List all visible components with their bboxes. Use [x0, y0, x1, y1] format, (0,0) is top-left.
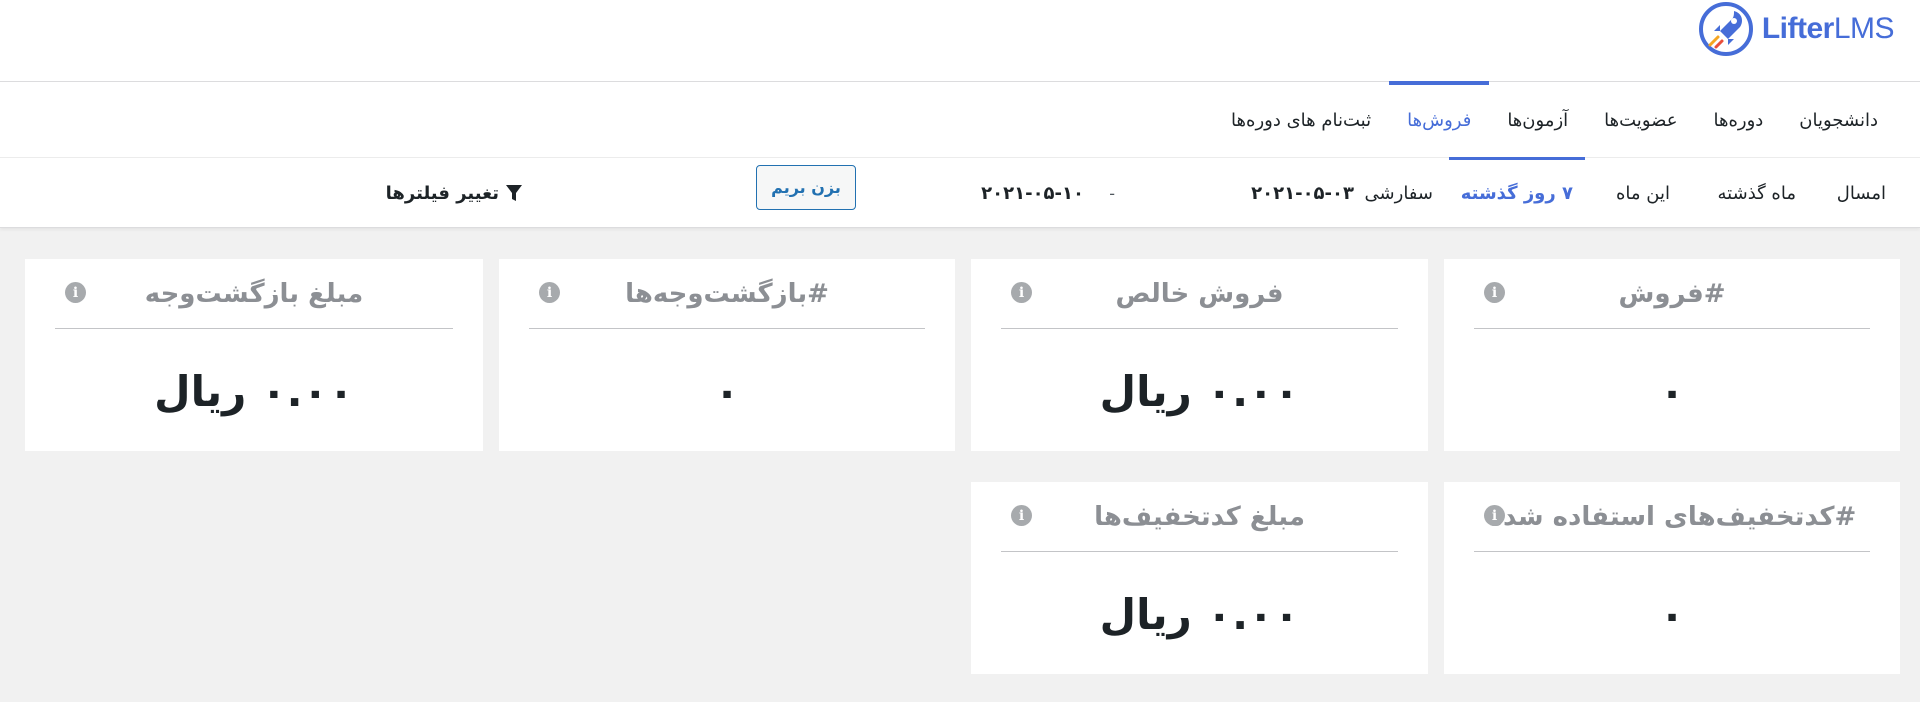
change-filters-label: تغییر فیلترها	[385, 182, 499, 204]
date-filter-bar: امسال ماه گذشته این ماه ۷ روز گذشته سفار…	[0, 157, 1920, 228]
tab-sales[interactable]: فروش‌ها	[1389, 81, 1490, 158]
card-title: مبلغ کدتخفیف‌ها	[1094, 501, 1305, 532]
card-title: #کدتخفیف‌های استفاده شده	[1487, 501, 1857, 532]
info-icon[interactable]: i	[1011, 282, 1032, 303]
filter-this-year[interactable]: امسال	[1837, 158, 1886, 228]
card-title: فروش خالص	[1115, 278, 1284, 309]
net-sales-card: فروش خالص i ۰.۰۰ ریال	[971, 259, 1428, 451]
lifterlms-logo[interactable]: LifterLMS	[1698, 0, 1895, 58]
card-header: فروش خالص i	[1001, 259, 1398, 329]
filter-last-7-days[interactable]: ۷ روز گذشته	[1448, 157, 1586, 228]
card-header: #کدتخفیف‌های استفاده شده i	[1474, 482, 1870, 552]
top-bar: LifterLMS	[0, 0, 1920, 82]
tab-students[interactable]: دانشجویان	[1781, 82, 1896, 158]
info-icon[interactable]: i	[539, 282, 560, 303]
change-filters-link[interactable]: تغییر فیلترها	[386, 158, 523, 228]
info-icon[interactable]: i	[1011, 505, 1032, 526]
card-value: ۰.۰۰ ریال	[1099, 589, 1300, 639]
card-value: ۰	[1659, 589, 1685, 639]
coupons-used-card: #کدتخفیف‌های استفاده شده i ۰	[1444, 482, 1900, 674]
sales-count-card: #فروش i ۰	[1444, 259, 1900, 451]
report-tabs-bar: دانشجویان دوره‌ها عضویت‌ها آزمون‌ها فروش…	[0, 81, 1920, 158]
filter-last-month[interactable]: ماه گذشته	[1718, 158, 1796, 228]
tab-courses[interactable]: دوره‌ها	[1695, 82, 1781, 158]
card-header: مبلغ کدتخفیف‌ها i	[1001, 482, 1398, 552]
rocket-logo-icon	[1698, 2, 1753, 56]
refunds-count-card: #بازگشت‌وجه‌ها i ۰	[499, 259, 955, 451]
card-value: ۰.۰۰ ریال	[154, 366, 354, 416]
info-icon[interactable]: i	[65, 282, 86, 303]
card-title: #بازگشت‌وجه‌ها	[625, 278, 829, 309]
card-title: #فروش	[1618, 278, 1726, 309]
filter-this-month[interactable]: این ماه	[1616, 158, 1670, 228]
report-tabs: دانشجویان دوره‌ها عضویت‌ها آزمون‌ها فروش…	[1213, 81, 1896, 158]
filter-custom[interactable]: سفارشی	[1365, 158, 1433, 228]
refunds-amount-card: مبلغ بازگشت‌وجه i ۰.۰۰ ریال	[25, 259, 483, 451]
date-end-input[interactable]: ۲۰۲۱-۰۵-۱۰	[981, 158, 1084, 228]
card-value: ۰	[714, 366, 740, 416]
card-value: ۰	[1659, 366, 1685, 416]
info-icon[interactable]: i	[1484, 282, 1505, 303]
card-title: مبلغ بازگشت‌وجه	[144, 278, 364, 309]
date-start-input[interactable]: ۲۰۲۱-۰۵-۰۳	[1251, 158, 1354, 228]
info-icon[interactable]: i	[1484, 505, 1505, 526]
date-range-separator: -	[1109, 183, 1115, 203]
tab-memberships[interactable]: عضویت‌ها	[1586, 82, 1695, 158]
go-button[interactable]: بزن بریم	[756, 165, 856, 210]
card-header: #بازگشت‌وجه‌ها i	[529, 259, 925, 329]
card-header: مبلغ بازگشت‌وجه i	[55, 259, 453, 329]
logo-text: LifterLMS	[1761, 12, 1895, 45]
filter-funnel-icon	[506, 185, 522, 201]
tab-quizzes[interactable]: آزمون‌ها	[1489, 82, 1586, 158]
card-value: ۰.۰۰ ریال	[1099, 366, 1300, 416]
tab-enrollments[interactable]: ثبت‌نام های دوره‌ها	[1213, 82, 1389, 158]
card-header: #فروش i	[1474, 259, 1870, 329]
coupons-amount-card: مبلغ کدتخفیف‌ها i ۰.۰۰ ریال	[971, 482, 1428, 674]
